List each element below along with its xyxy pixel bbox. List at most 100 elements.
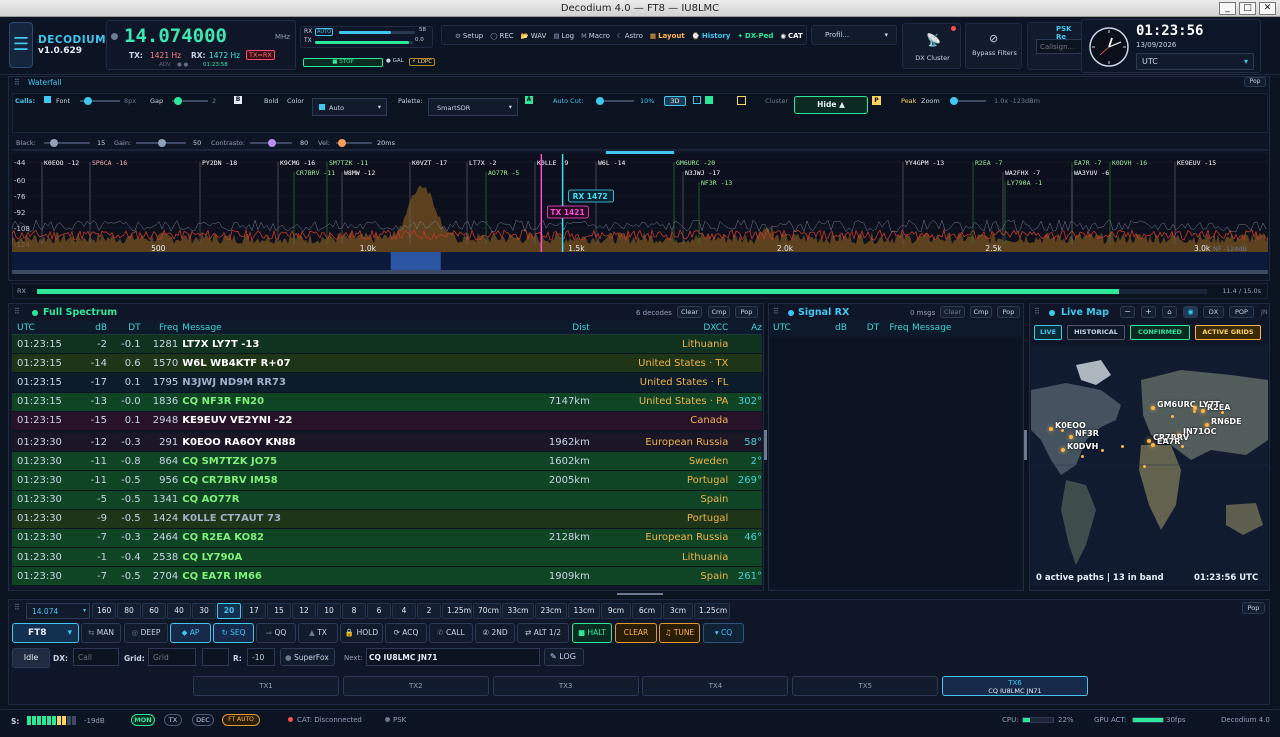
spectrum-display[interactable]: -44-60-76-92-108-1245001.0k1.5k2.0k2.5k3… [12,154,1268,270]
map-station-marker[interactable] [1181,445,1184,448]
ap-button[interactable]: ◆ AP [170,623,211,643]
spot-label[interactable]: R2EA -7 [975,159,1002,167]
cq-button[interactable]: ▾ CQ [703,623,744,643]
grid-input[interactable] [148,648,196,666]
close-button[interactable]: ✕ [1259,2,1276,15]
sig-col-message[interactable]: Message [912,323,962,333]
band-button-1-25cm[interactable]: 1.25cm [694,603,730,619]
map-station-marker[interactable] [1061,429,1064,432]
drag-handle-icon[interactable]: ⠿ [14,603,20,612]
table-row[interactable]: 01:23:15 -2 -0.1 1281 LT7X LY7T -13 Lithuania [12,335,762,355]
col-message[interactable]: Message [178,323,396,333]
map-station-marker[interactable] [1121,445,1124,448]
acq-button[interactable]: ⟳ ACQ [385,623,427,643]
spot-label[interactable]: GM6URC -20 [676,159,715,167]
table-row[interactable]: 01:23:15 -13 -0.0 1836 CQ NF3R FN20 7147km Uni… [12,392,762,412]
dec-badge[interactable]: DEC [192,714,214,726]
idle-status[interactable]: Idle [12,648,50,668]
sig-col-utc[interactable]: UTC [770,323,822,333]
spot-label[interactable]: K0EOO -12 [44,159,79,167]
tx6-button[interactable]: TX6 CQ IU8LMC JN71 [942,676,1088,696]
spot-label[interactable]: W8MW -12 [344,169,375,177]
stop-button[interactable]: ■ STOP [303,58,383,67]
tx3-button[interactable]: TX3 [492,676,639,696]
band-button-6[interactable]: 6 [367,603,391,619]
map-station-marker[interactable] [1221,411,1224,414]
yellow-toggle[interactable] [737,96,746,105]
pop-button[interactable]: Pop [735,306,758,318]
peak-checkbox[interactable]: P [872,96,881,105]
menu-icon[interactable]: ☰ [9,22,33,68]
mode-select[interactable]: FT8 ▾ [12,623,79,643]
deep-button[interactable]: ◎ DEEP [124,623,168,643]
cmp-button[interactable]: Cmp [708,306,730,318]
band-button-60[interactable]: 60 [142,603,166,619]
band-button-160[interactable]: 160 [92,603,116,619]
table-row[interactable]: 01:23:15 -15 0.1 2948 KE9EUV VE2YNI -22 Canad… [12,411,762,431]
autocut-checkbox[interactable]: A [525,96,533,104]
bypass-filters-button[interactable]: ⊘ Bypass Filters [965,23,1022,69]
toolbar-setup-button[interactable]: ⚙ Setup [455,32,483,40]
callsign-input[interactable] [1036,39,1082,54]
bandbar-pop-button[interactable]: Pop [1242,602,1265,614]
panel-splitter[interactable] [764,430,767,460]
velocity-slider[interactable] [336,139,372,147]
spot-label[interactable]: K0VZT -17 [412,159,447,167]
tx4-button[interactable]: TX4 [642,676,789,696]
waterfall-splitter[interactable] [12,270,1268,274]
spot-label[interactable]: K9CMG -16 [280,159,315,167]
table-row[interactable]: 01:23:30 -11 -0.5 956 CQ CR7BRV IM58 2005km Po… [12,471,762,491]
tx5-button[interactable]: TX5 [792,676,939,696]
tx-enable-button[interactable]: ▲ TX [298,623,338,643]
col-dxcc[interactable]: DXCC [590,323,728,333]
band-button-30[interactable]: 30 [192,603,216,619]
drag-handle-icon[interactable]: ⠿ [1034,307,1040,316]
tx-badge[interactable]: TX [164,714,182,726]
map-tab-confirmed[interactable]: CONFIRMED [1130,325,1190,340]
gal-toggle[interactable]: ● GAL [386,58,404,64]
call-button[interactable]: ✆ CALL [429,623,473,643]
next-message-field[interactable]: CQ IU8LMC JN71 [366,648,540,666]
profile-dropdown[interactable]: Profil... ▾ [811,25,897,45]
band-button-20[interactable]: 20 [217,603,241,619]
toolbar-layout-button[interactable]: ▦ Layout [650,32,685,40]
map-tab-active-grids[interactable]: ACTIVE GRIDS [1195,325,1261,340]
spot-label[interactable]: LY790A -1 [1007,179,1042,187]
col-freq[interactable]: Freq [141,323,178,333]
maximize-button[interactable]: □ [1239,2,1256,15]
3d-toggle[interactable]: 3D [664,96,686,106]
table-row[interactable]: 01:23:30 -9 -0.5 1424 K0LLE CT7AUT 73 Portuga… [12,509,762,529]
spot-label[interactable]: CR7BRV -11 [296,169,335,177]
palette-select[interactable]: SmartSDR ▾ [428,98,518,116]
font-slider[interactable] [80,97,120,105]
hide-button[interactable]: Hide ▲ [794,96,868,114]
signal-clear-button[interactable]: Clear [940,306,965,318]
zoom-in-button[interactable]: + [1141,306,1156,318]
band-button-3cm[interactable]: 3cm [663,603,693,619]
sig-col-freq[interactable]: Freq [886,323,912,333]
map-tab-historical[interactable]: HISTORICAL [1067,325,1125,340]
table-row[interactable]: 01:23:30 -5 -0.5 1341 CQ AO77R Spain [12,490,762,510]
col-dt[interactable]: DT [107,323,140,333]
band-button-13cm[interactable]: 13cm [568,603,600,619]
table-row[interactable]: 01:23:15 -17 0.1 1795 N3JWJ ND9M RR73 United … [12,373,762,393]
target-icon[interactable]: ◉ [1183,306,1198,318]
spot-label[interactable]: K0DVH -16 [1112,159,1147,167]
s-report-input[interactable] [202,648,229,666]
band-button-23cm[interactable]: 23cm [535,603,567,619]
drag-handle-icon[interactable]: ⠿ [773,307,779,316]
map-station-marker[interactable] [1101,449,1104,452]
map-pop-button[interactable]: POP [1229,306,1254,318]
tune-button[interactable]: ♫ TUNE [659,623,700,643]
spot-label[interactable]: AO77R -5 [488,169,519,177]
band-button-70cm[interactable]: 70cm [473,603,501,619]
spot-label[interactable]: PY2DN -18 [202,159,237,167]
drag-handle-icon[interactable]: ⠿ [14,78,20,87]
zoom-slider[interactable] [950,97,986,105]
frequency-display[interactable]: 14.074000 [124,25,227,47]
dx-call-input[interactable] [73,648,119,666]
spot-label[interactable]: W6L -14 [598,159,625,167]
green-toggle[interactable] [705,96,713,104]
tx-slider[interactable] [315,41,413,44]
map-station-marker[interactable] [1081,455,1084,458]
